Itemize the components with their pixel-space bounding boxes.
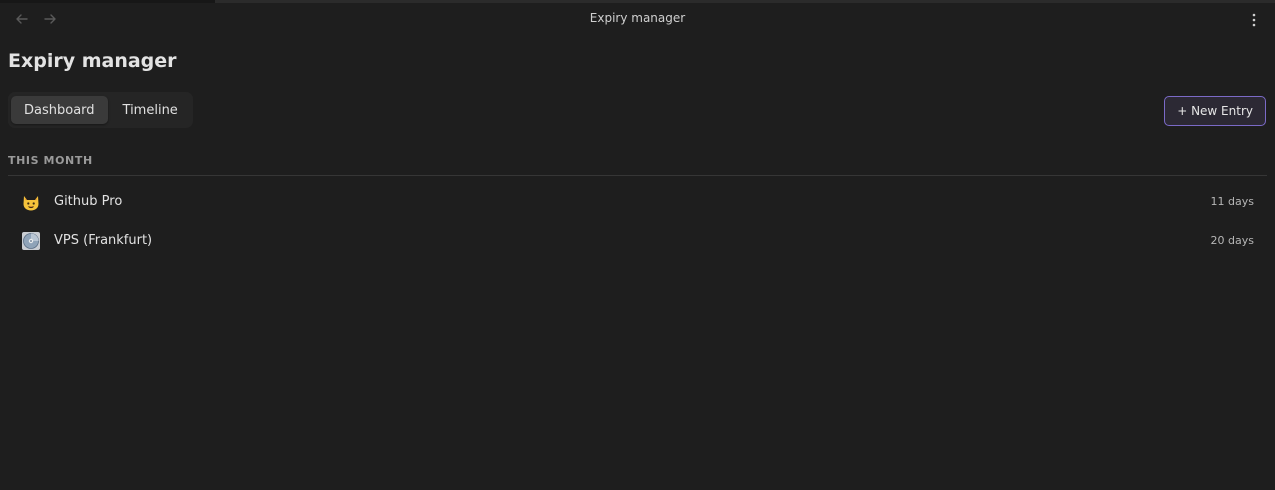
title-bar: Expiry manager [0,3,1275,37]
new-entry-button[interactable]: + New Entry [1164,96,1266,126]
tab-timeline[interactable]: Timeline [110,96,191,124]
section-heading: THIS MONTH [8,154,93,167]
entry-remaining: 20 days [1210,234,1254,247]
more-vertical-icon [1252,13,1256,27]
entry-list: Github Pro 11 days VPS (Frankfurt) 20 da… [8,182,1267,260]
page-title: Expiry manager [8,50,177,72]
list-item[interactable]: VPS (Frankfurt) 20 days [8,221,1267,260]
section-divider [8,175,1267,176]
entry-remaining: 11 days [1210,195,1254,208]
disc-icon [20,230,42,252]
view-tabs: Dashboard Timeline [8,92,193,128]
more-options-button[interactable] [1247,11,1261,29]
cat-face-icon [20,191,42,213]
window-title: Expiry manager [589,11,686,25]
list-item[interactable]: Github Pro 11 days [8,182,1267,221]
entry-name: Github Pro [54,194,123,209]
entry-name: VPS (Frankfurt) [54,233,153,248]
tab-dashboard[interactable]: Dashboard [11,96,108,124]
